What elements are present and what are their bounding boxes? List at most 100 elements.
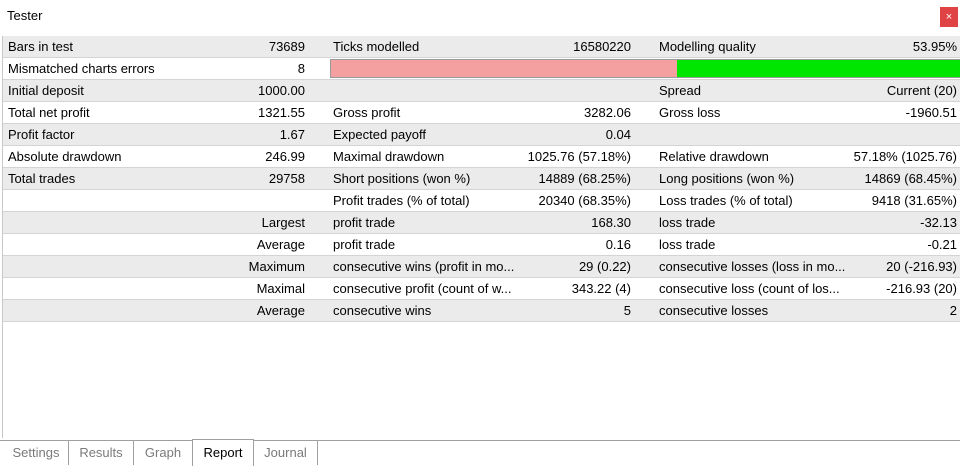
label-average-loss-trade: loss trade (659, 237, 716, 252)
label-average-consecutive-losses: consecutive losses (659, 303, 769, 318)
value-modelling-quality: 53.95% (912, 39, 957, 54)
value-gross-profit: 3282.06 (584, 105, 631, 120)
value-bars-in-test: 73689 (268, 39, 305, 54)
label-average: Average (256, 237, 305, 252)
table-row: Total trades 29758 Short positions (won … (3, 168, 960, 190)
table-row: Maximum consecutive wins (profit in mo..… (3, 256, 960, 278)
table-row: Profit factor 1.67 Expected payoff 0.04 (3, 124, 960, 146)
value-mismatched-errors: 8 (297, 61, 305, 76)
value-total-trades: 29758 (268, 171, 305, 186)
table-row: Profit trades (% of total) 20340 (68.35%… (3, 190, 960, 212)
label-bars-in-test: Bars in test (8, 39, 74, 54)
value-empty (849, 124, 957, 145)
label-total-trades: Total trades (8, 171, 76, 186)
label-maximal: Maximal (256, 281, 305, 296)
label-long-positions: Long positions (won %) (659, 171, 795, 186)
tab-report[interactable]: Report (192, 439, 254, 466)
table-row: Initial deposit 1000.00 Spread Current (… (3, 80, 960, 102)
label-modelling-quality: Modelling quality (659, 39, 756, 54)
value-average-profit-trade: 0.16 (605, 237, 631, 252)
value-average-loss-trade: -0.21 (927, 237, 957, 252)
label-profit-trades: Profit trades (% of total) (333, 193, 470, 208)
label-empty (8, 190, 208, 211)
label-empty (333, 80, 523, 101)
label-max-consecutive-losses: consecutive losses (loss in mo... (659, 259, 846, 274)
value-maximal-consecutive-loss: -216.93 (20) (886, 281, 957, 296)
label-loss-trades: Loss trades (% of total) (659, 193, 793, 208)
value-largest-profit-trade: 168.30 (591, 215, 631, 230)
value-ticks-modelled: 16580220 (573, 39, 631, 54)
table-row: Average consecutive wins 5 consecutive l… (3, 300, 960, 322)
report-empty-area (2, 322, 960, 438)
table-row: Average profit trade 0.16 loss trade -0.… (3, 234, 960, 256)
value-maximal-drawdown: 1025.76 (57.18%) (527, 149, 631, 164)
value-absolute-drawdown: 246.99 (265, 149, 305, 164)
table-row: Mismatched charts errors 8 (3, 58, 960, 80)
value-max-consecutive-wins: 29 (0.22) (578, 259, 631, 274)
label-short-positions: Short positions (won %) (333, 171, 471, 186)
modelling-quality-bar-fill (676, 60, 960, 77)
value-expected-payoff: 0.04 (605, 127, 631, 142)
tab-bar: Settings Results Graph Report Journal (0, 439, 960, 467)
label-relative-drawdown: Relative drawdown (659, 149, 769, 164)
label-maximum: Maximum (248, 259, 305, 274)
label-average-profit-trade: profit trade (333, 237, 396, 252)
table-row: Total net profit 1321.55 Gross profit 32… (3, 102, 960, 124)
label-spread: Spread (659, 83, 701, 98)
label-empty (8, 278, 208, 299)
label-absolute-drawdown: Absolute drawdown (8, 149, 122, 164)
label-empty (8, 256, 208, 277)
label-empty (8, 300, 208, 321)
label-largest: Largest (261, 215, 305, 230)
label-maximal-drawdown: Maximal drawdown (333, 149, 445, 164)
value-initial-deposit: 1000.00 (258, 83, 305, 98)
label-maximal-consecutive-profit: consecutive profit (count of w... (333, 281, 512, 296)
value-max-consecutive-losses: 20 (-216.93) (886, 259, 957, 274)
title-bar: Tester × (0, 0, 960, 34)
tab-settings[interactable]: Settings (4, 441, 69, 465)
label-initial-deposit: Initial deposit (8, 83, 84, 98)
table-row: Largest profit trade 168.30 loss trade -… (3, 212, 960, 234)
value-short-positions: 14889 (68.25%) (538, 171, 631, 186)
table-row: Bars in test 73689 Ticks modelled 165802… (3, 36, 960, 58)
value-empty (208, 190, 305, 211)
value-empty (523, 80, 631, 101)
value-long-positions: 14869 (68.45%) (864, 171, 957, 186)
report-table: Bars in test 73689 Ticks modelled 165802… (2, 36, 960, 322)
label-average: Average (256, 303, 305, 318)
table-row: Absolute drawdown 246.99 Maximal drawdow… (3, 146, 960, 168)
value-profit-factor: 1.67 (279, 127, 305, 142)
value-total-net-profit: 1321.55 (258, 105, 305, 120)
tester-window: Tester × Bars in test 73689 Ticks modell… (0, 0, 960, 467)
label-mismatched-errors: Mismatched charts errors (8, 61, 155, 76)
value-average-consecutive-losses: 2 (949, 303, 957, 318)
label-empty (8, 234, 208, 255)
label-largest-profit-trade: profit trade (333, 215, 396, 230)
label-largest-loss-trade: loss trade (659, 215, 716, 230)
label-profit-factor: Profit factor (8, 127, 75, 142)
value-largest-loss-trade: -32.13 (920, 215, 957, 230)
value-loss-trades: 9418 (31.65%) (871, 193, 957, 208)
label-total-net-profit: Total net profit (8, 105, 90, 120)
label-expected-payoff: Expected payoff (333, 127, 426, 142)
tab-journal[interactable]: Journal (254, 441, 318, 465)
label-gross-profit: Gross profit (333, 105, 401, 120)
label-empty (8, 212, 208, 233)
window-title: Tester (7, 8, 43, 23)
close-button[interactable]: × (940, 7, 958, 27)
tab-graph[interactable]: Graph (134, 441, 192, 465)
label-empty (659, 124, 849, 145)
label-maximal-consecutive-loss: consecutive loss (count of los... (659, 281, 840, 296)
value-maximal-consecutive-profit: 343.22 (4) (571, 281, 631, 296)
label-ticks-modelled: Ticks modelled (333, 39, 420, 54)
value-spread: Current (20) (886, 83, 957, 98)
label-gross-loss: Gross loss (659, 105, 721, 120)
value-profit-trades: 20340 (68.35%) (538, 193, 631, 208)
value-relative-drawdown: 57.18% (1025.76) (853, 149, 957, 164)
modelling-quality-bar (330, 59, 960, 78)
label-max-consecutive-wins: consecutive wins (profit in mo... (333, 259, 515, 274)
value-gross-loss: -1960.51 (905, 105, 957, 120)
table-row: Maximal consecutive profit (count of w..… (3, 278, 960, 300)
value-average-consecutive-wins: 5 (623, 303, 631, 318)
tab-results[interactable]: Results (69, 441, 134, 465)
